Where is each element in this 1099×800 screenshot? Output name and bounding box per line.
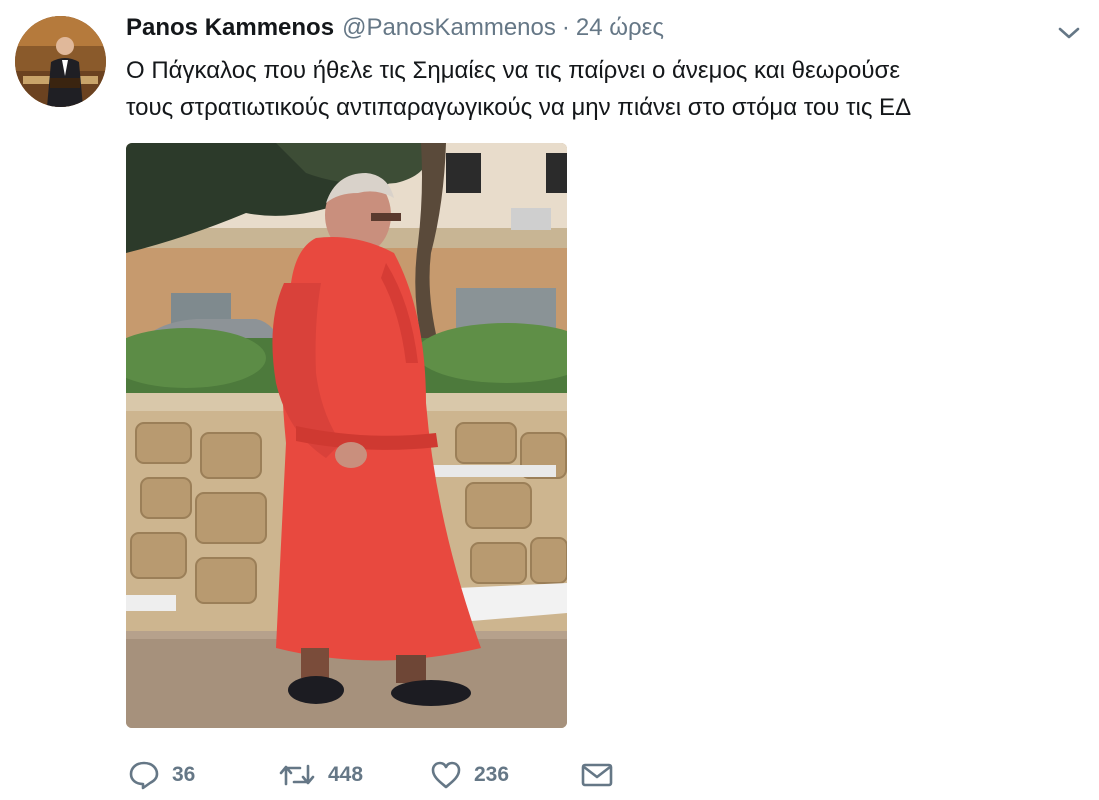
tweet-menu-button[interactable] (1054, 20, 1084, 46)
like-button[interactable]: 236 (430, 761, 580, 789)
tweet-text-line: τους στρατιωτικούς αντιπαραγωγικούς να μ… (126, 94, 912, 121)
retweet-icon (279, 764, 315, 786)
tweet-actions: 36 448 236 (128, 755, 614, 795)
reply-button[interactable]: 36 (128, 760, 278, 790)
tweet-text: Ο Πάγκαλος που ήθελε τις Σημαίες να τις … (126, 52, 1086, 126)
user-name[interactable]: Panos Kammenos (126, 14, 334, 42)
tweet-media-photo[interactable] (126, 143, 567, 728)
retweet-button[interactable]: 448 (278, 762, 430, 788)
retweet-count: 448 (328, 763, 364, 786)
avatar-photo (15, 16, 106, 107)
separator-dot: · (561, 14, 570, 41)
reply-icon (129, 761, 159, 790)
reply-count: 36 (172, 763, 196, 786)
user-handle[interactable]: @PanosKammenos (342, 14, 556, 42)
like-count: 236 (474, 763, 510, 786)
avatar[interactable] (15, 16, 106, 107)
photo-man-in-red-robe (126, 143, 567, 728)
envelope-icon (581, 763, 613, 787)
direct-message-button[interactable] (580, 761, 614, 789)
timestamp[interactable]: 24 ώρες (576, 14, 664, 42)
heart-icon (431, 761, 461, 789)
tweet: Panos Kammenos @PanosKammenos · 24 ώρες … (0, 0, 1099, 800)
chevron-down-icon (1058, 27, 1080, 39)
tweet-header: Panos Kammenos @PanosKammenos · 24 ώρες (126, 14, 664, 48)
tweet-text-line: Ο Πάγκαλος που ήθελε τις Σημαίες να τις … (126, 57, 901, 84)
